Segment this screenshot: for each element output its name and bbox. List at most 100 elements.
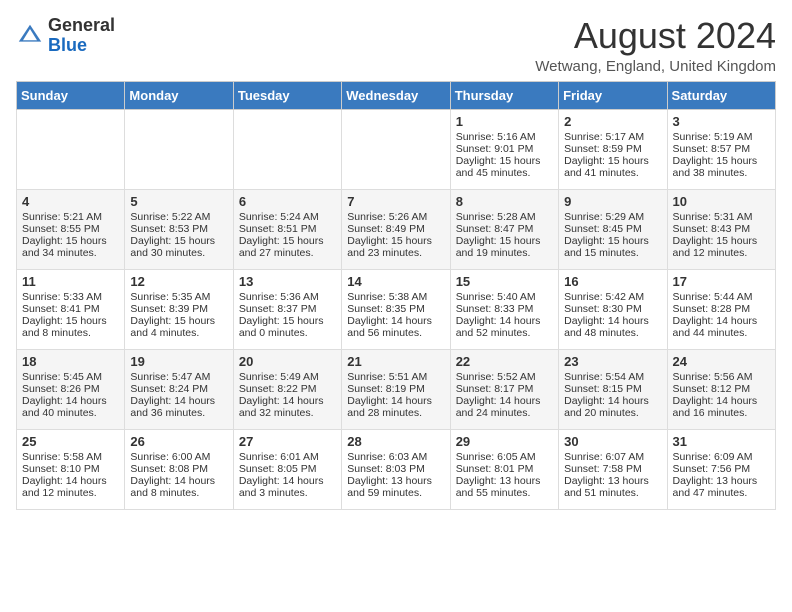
sunset-text: Sunset: 8:37 PM: [239, 303, 336, 315]
sunrise-text: Sunrise: 5:28 AM: [456, 211, 553, 223]
sunset-text: Sunset: 8:53 PM: [130, 223, 227, 235]
calendar-week-4: 18Sunrise: 5:45 AMSunset: 8:26 PMDayligh…: [17, 349, 776, 429]
sunrise-text: Sunrise: 6:05 AM: [456, 451, 553, 463]
calendar-cell: 31Sunrise: 6:09 AMSunset: 7:56 PMDayligh…: [667, 429, 775, 509]
logo-blue: Blue: [48, 36, 115, 56]
sunrise-text: Sunrise: 5:16 AM: [456, 131, 553, 143]
day-number: 11: [22, 274, 119, 289]
sunrise-text: Sunrise: 5:17 AM: [564, 131, 661, 143]
sunset-text: Sunset: 8:35 PM: [347, 303, 444, 315]
sunset-text: Sunset: 8:59 PM: [564, 143, 661, 155]
col-monday: Monday: [125, 81, 233, 109]
daylight-text: Daylight: 15 hours and 0 minutes.: [239, 315, 336, 339]
daylight-text: Daylight: 14 hours and 40 minutes.: [22, 395, 119, 419]
calendar-cell: 21Sunrise: 5:51 AMSunset: 8:19 PMDayligh…: [342, 349, 450, 429]
calendar-week-3: 11Sunrise: 5:33 AMSunset: 8:41 PMDayligh…: [17, 269, 776, 349]
day-number: 30: [564, 434, 661, 449]
day-number: 22: [456, 354, 553, 369]
sunset-text: Sunset: 8:30 PM: [564, 303, 661, 315]
day-number: 25: [22, 434, 119, 449]
calendar-cell: 30Sunrise: 6:07 AMSunset: 7:58 PMDayligh…: [559, 429, 667, 509]
daylight-text: Daylight: 14 hours and 24 minutes.: [456, 395, 553, 419]
day-number: 7: [347, 194, 444, 209]
daylight-text: Daylight: 13 hours and 51 minutes.: [564, 475, 661, 499]
calendar-cell: [342, 109, 450, 189]
sunset-text: Sunset: 8:43 PM: [673, 223, 770, 235]
calendar-cell: 23 Sunrise: 5:54 AMSunset: 8:15 PMDayligh…: [559, 349, 667, 429]
day-number: 27: [239, 434, 336, 449]
calendar-cell: 1Sunrise: 5:16 AMSunset: 9:01 PMDaylight…: [450, 109, 558, 189]
calendar-cell: 27 Sunrise: 6:01 AMSunset: 8:05 PMDayligh…: [233, 429, 341, 509]
sunrise-text: Sunrise: 6:01 AM: [239, 451, 336, 463]
calendar-cell: 17Sunrise: 5:44 AMSunset: 8:28 PMDayligh…: [667, 269, 775, 349]
col-wednesday: Wednesday: [342, 81, 450, 109]
daylight-text: Daylight: 14 hours and 32 minutes.: [239, 395, 336, 419]
day-number: 13: [239, 274, 336, 289]
sunrise-text: Sunrise: 6:00 AM: [130, 451, 227, 463]
sunrise-text: Sunrise: 5:45 AM: [22, 371, 119, 383]
day-number: 1: [456, 114, 553, 129]
sunset-text: Sunset: 8:55 PM: [22, 223, 119, 235]
daylight-text: Daylight: 13 hours and 55 minutes.: [456, 475, 553, 499]
sunrise-text: Sunrise: 5:21 AM: [22, 211, 119, 223]
sunset-text: Sunset: 8:05 PM: [239, 463, 336, 475]
col-thursday: Thursday: [450, 81, 558, 109]
sunset-text: Sunset: 8:15 PM: [564, 383, 661, 395]
day-number: 12: [130, 274, 227, 289]
sunset-text: Sunset: 8:57 PM: [673, 143, 770, 155]
sunrise-text: Sunrise: 5:54 AM: [564, 371, 661, 383]
logo: General Blue: [16, 16, 115, 56]
daylight-text: Daylight: 14 hours and 56 minutes.: [347, 315, 444, 339]
day-number: 17: [673, 274, 770, 289]
calendar-cell: 12Sunrise: 5:35 AMSunset: 8:39 PMDayligh…: [125, 269, 233, 349]
daylight-text: Daylight: 14 hours and 8 minutes.: [130, 475, 227, 499]
col-tuesday: Tuesday: [233, 81, 341, 109]
sunset-text: Sunset: 8:24 PM: [130, 383, 227, 395]
col-sunday: Sunday: [17, 81, 125, 109]
daylight-text: Daylight: 15 hours and 23 minutes.: [347, 235, 444, 259]
day-number: 18: [22, 354, 119, 369]
sunset-text: Sunset: 8:26 PM: [22, 383, 119, 395]
day-number: 20: [239, 354, 336, 369]
sunset-text: Sunset: 8:49 PM: [347, 223, 444, 235]
daylight-text: Daylight: 14 hours and 12 minutes.: [22, 475, 119, 499]
daylight-text: Daylight: 15 hours and 38 minutes.: [673, 155, 770, 179]
calendar-cell: 20Sunrise: 5:49 AMSunset: 8:22 PMDayligh…: [233, 349, 341, 429]
sunset-text: Sunset: 8:28 PM: [673, 303, 770, 315]
calendar-cell: 29Sunrise: 6:05 AMSunset: 8:01 PMDayligh…: [450, 429, 558, 509]
sunrise-text: Sunrise: 5:33 AM: [22, 291, 119, 303]
day-number: 5: [130, 194, 227, 209]
daylight-text: Daylight: 14 hours and 20 minutes.: [564, 395, 661, 419]
col-saturday: Saturday: [667, 81, 775, 109]
daylight-text: Daylight: 15 hours and 45 minutes.: [456, 155, 553, 179]
sunset-text: Sunset: 8:19 PM: [347, 383, 444, 395]
daylight-text: Daylight: 14 hours and 52 minutes.: [456, 315, 553, 339]
calendar-cell: 19Sunrise: 5:47 AMSunset: 8:24 PMDayligh…: [125, 349, 233, 429]
daylight-text: Daylight: 13 hours and 59 minutes.: [347, 475, 444, 499]
calendar-cell: 4Sunrise: 5:21 AMSunset: 8:55 PMDaylight…: [17, 189, 125, 269]
sunset-text: Sunset: 8:01 PM: [456, 463, 553, 475]
calendar-cell: 9Sunrise: 5:29 AMSunset: 8:45 PMDaylight…: [559, 189, 667, 269]
sunrise-text: Sunrise: 5:44 AM: [673, 291, 770, 303]
sunset-text: Sunset: 8:17 PM: [456, 383, 553, 395]
logo-text: General Blue: [48, 16, 115, 56]
logo-general: General: [48, 16, 115, 36]
calendar-cell: 16Sunrise: 5:42 AMSunset: 8:30 PMDayligh…: [559, 269, 667, 349]
sunset-text: Sunset: 8:10 PM: [22, 463, 119, 475]
daylight-text: Daylight: 15 hours and 4 minutes.: [130, 315, 227, 339]
daylight-text: Daylight: 14 hours and 36 minutes.: [130, 395, 227, 419]
daylight-text: Daylight: 14 hours and 48 minutes.: [564, 315, 661, 339]
day-number: 23: [564, 354, 661, 369]
location-subtitle: Wetwang, England, United Kingdom: [535, 58, 776, 75]
calendar-cell: 26Sunrise: 6:00 AMSunset: 8:08 PMDayligh…: [125, 429, 233, 509]
daylight-text: Daylight: 14 hours and 3 minutes.: [239, 475, 336, 499]
calendar-header-row: Sunday Monday Tuesday Wednesday Thursday…: [17, 81, 776, 109]
daylight-text: Daylight: 14 hours and 16 minutes.: [673, 395, 770, 419]
title-area: August 2024 Wetwang, England, United Kin…: [535, 16, 776, 75]
daylight-text: Daylight: 15 hours and 27 minutes.: [239, 235, 336, 259]
sunset-text: Sunset: 8:51 PM: [239, 223, 336, 235]
daylight-text: Daylight: 15 hours and 15 minutes.: [564, 235, 661, 259]
calendar-cell: 5Sunrise: 5:22 AMSunset: 8:53 PMDaylight…: [125, 189, 233, 269]
daylight-text: Daylight: 15 hours and 34 minutes.: [22, 235, 119, 259]
day-number: 28: [347, 434, 444, 449]
